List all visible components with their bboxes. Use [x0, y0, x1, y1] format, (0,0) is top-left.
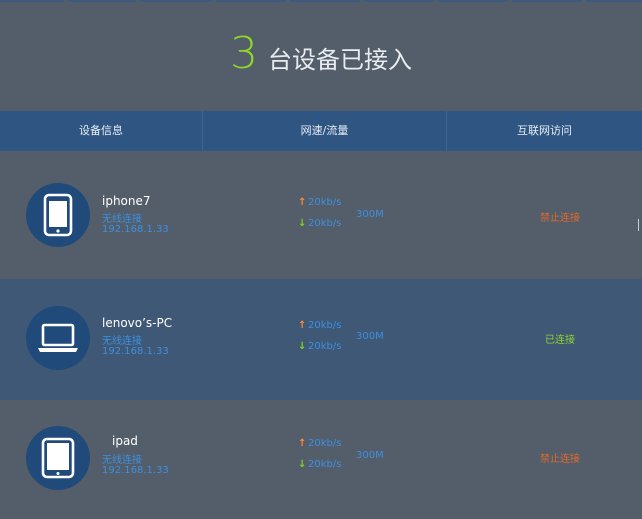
- smartphone-icon: [43, 193, 73, 237]
- upload-speed: ↑ 20kb/s: [298, 438, 341, 449]
- device-row[interactable]: ipad 无线连接 192.168.1.33 ↑ 20kb/s ↓ 20kb/s 3…: [0, 400, 642, 519]
- connection-type: 无线连接: [102, 336, 142, 347]
- device-ip: 192.168.1.33: [102, 346, 169, 357]
- device-ip: 192.168.1.33: [102, 465, 169, 476]
- download-arrow-icon: ↓: [298, 341, 307, 352]
- traffic-total: 300M: [356, 331, 384, 342]
- device-name: ipad: [112, 434, 138, 448]
- column-header-device-info: 设备信息: [79, 124, 123, 137]
- download-speed-value: 20kb/s: [308, 459, 342, 470]
- download-speed: ↓ 20kb/s: [298, 341, 341, 352]
- top-tab-strip: [0, 0, 642, 2]
- upload-speed-value: 20kb/s: [308, 438, 342, 449]
- device-name: lenovo’s-PC: [102, 316, 173, 330]
- top-tab[interactable]: [290, 0, 360, 2]
- download-speed-value: 20kb/s: [308, 218, 342, 229]
- download-arrow-icon: ↓: [298, 459, 307, 470]
- device-count-label: 台设备已接入: [268, 46, 412, 74]
- upload-arrow-icon: ↑: [298, 197, 307, 208]
- top-tab[interactable]: [438, 0, 508, 2]
- top-tab[interactable]: [68, 0, 136, 2]
- edge-divider: [638, 219, 642, 231]
- device-count: 3: [230, 28, 258, 79]
- download-speed: ↓ 20kb/s: [298, 459, 341, 470]
- internet-access-toggle[interactable]: 已连接: [520, 331, 600, 346]
- upload-speed-value: 20kb/s: [308, 320, 342, 331]
- internet-access-toggle[interactable]: 禁止连接: [520, 450, 600, 465]
- download-arrow-icon: ↓: [298, 218, 307, 229]
- top-tab[interactable]: [0, 0, 64, 2]
- column-header-internet-access: 互联网访问: [517, 124, 572, 137]
- top-tab[interactable]: [216, 0, 286, 2]
- device-row[interactable]: lenovo’s-PC 无线连接 192.168.1.33 ↑ 20kb/s ↓ 2…: [0, 279, 642, 400]
- upload-arrow-icon: ↑: [298, 320, 307, 331]
- device-name: iphone7: [102, 194, 151, 208]
- top-tab[interactable]: [140, 0, 212, 2]
- laptop-icon: [38, 323, 78, 352]
- device-avatar: [26, 306, 90, 370]
- upload-speed-value: 20kb/s: [308, 197, 342, 208]
- connection-type: 无线连接: [102, 214, 142, 225]
- upload-speed: ↑ 20kb/s: [298, 197, 341, 208]
- upload-speed: ↑ 20kb/s: [298, 320, 341, 331]
- connection-type: 无线连接: [102, 455, 142, 466]
- internet-access-toggle[interactable]: 禁止连接: [520, 209, 600, 224]
- tablet-icon: [41, 437, 75, 479]
- device-row[interactable]: iphone7 无线连接 192.168.1.33 ↑ 20kb/s ↓ 20kb/…: [0, 151, 642, 279]
- column-header-speed-traffic: 网速/流量: [300, 124, 349, 137]
- device-avatar: [26, 183, 90, 247]
- top-tab[interactable]: [586, 0, 642, 2]
- download-speed: ↓ 20kb/s: [298, 218, 341, 229]
- top-tab[interactable]: [364, 0, 434, 2]
- download-speed-value: 20kb/s: [308, 341, 342, 352]
- traffic-total: 300M: [356, 450, 384, 461]
- device-ip: 192.168.1.33: [102, 224, 169, 235]
- upload-arrow-icon: ↑: [298, 438, 307, 449]
- top-tab[interactable]: [512, 0, 582, 2]
- device-count-heading: 3 台设备已接入: [0, 28, 642, 79]
- traffic-total: 300M: [356, 209, 384, 220]
- table-header: 设备信息 网速/流量 互联网访问: [0, 111, 642, 151]
- device-avatar: [26, 426, 90, 490]
